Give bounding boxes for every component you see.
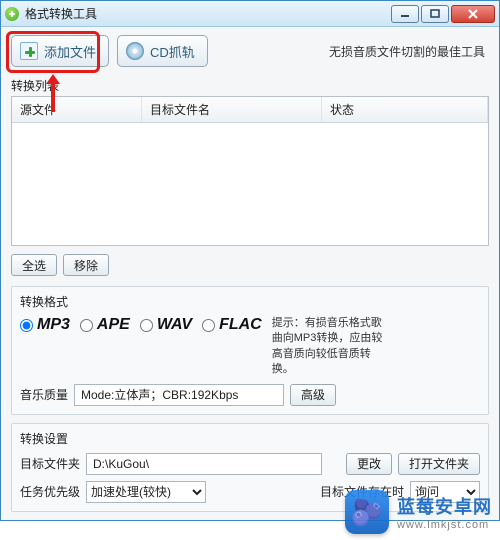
conversion-list: 源文件 目标文件名 状态 [11,96,489,246]
blueberry-icon: 🫐 [351,497,383,528]
watermark-title: 蓝莓安卓网 [397,493,492,519]
format-option-ape[interactable]: APE [80,316,136,334]
app-window: 格式转换工具 添加文件 CD抓轨 无损音质文件切割的最佳工具 转换列表 源文件 … [0,0,500,521]
hint-label: 提示： [272,317,305,329]
list-section-label: 转换列表 [1,73,499,96]
watermark-text: 蓝莓安卓网 www.lmkjst.com [397,493,492,531]
select-all-button[interactable]: 全选 [11,254,57,276]
cd-ripping-label: CD抓轨 [150,42,195,61]
format-group-title: 转换格式 [20,293,480,310]
priority-select[interactable]: 加速处理(较快) [86,481,206,503]
remove-button[interactable]: 移除 [63,254,109,276]
add-file-label: 添加文件 [44,42,96,61]
radio-mp3[interactable] [20,319,33,332]
radio-wav[interactable] [140,319,153,332]
open-folder-button[interactable]: 打开文件夹 [398,453,480,475]
titlebar: 格式转换工具 [1,1,499,27]
list-body[interactable] [12,123,488,245]
list-action-row: 全选 移除 [1,246,499,286]
quality-row: 音乐质量 高级 [20,384,480,406]
quality-label: 音乐质量 [20,386,68,403]
watermark-url: www.lmkjst.com [397,519,492,531]
window-title: 格式转换工具 [25,5,391,22]
format-options: MP3 APE WAV FLAC [20,316,268,334]
quality-input[interactable] [74,384,284,406]
target-folder-row: 目标文件夹 更改 打开文件夹 [20,453,480,475]
format-option-flac[interactable]: FLAC [202,316,268,334]
app-icon [5,7,19,21]
change-folder-button[interactable]: 更改 [346,453,392,475]
close-button[interactable] [451,5,495,23]
format-option-wav[interactable]: WAV [140,316,198,334]
priority-label: 任务优先级 [20,483,80,500]
cd-icon [126,42,144,60]
toolbar: 添加文件 CD抓轨 无损音质文件切割的最佳工具 [1,27,499,73]
add-file-icon [20,42,38,60]
target-folder-input[interactable] [86,453,322,475]
col-status[interactable]: 状态 [322,97,488,122]
advanced-button[interactable]: 高级 [290,384,336,406]
col-source[interactable]: 源文件 [12,97,142,122]
list-header: 源文件 目标文件名 状态 [12,97,488,123]
format-group: 转换格式 MP3 APE WAV FLAC 提示：有损音乐格式歌曲向MP3转换，… [11,286,489,415]
cd-ripping-button[interactable]: CD抓轨 [117,35,208,67]
radio-ape[interactable] [80,319,93,332]
add-file-button[interactable]: 添加文件 [11,35,109,67]
radio-flac[interactable] [202,319,215,332]
window-controls [391,5,495,23]
minimize-button[interactable] [391,5,419,23]
format-hint: 提示：有损音乐格式歌曲向MP3转换，应由较高音质向较低音质转换。 [272,316,390,378]
settings-group-title: 转换设置 [20,430,480,447]
tagline-text: 无损音质文件切割的最佳工具 [329,43,489,60]
maximize-button[interactable] [421,5,449,23]
watermark: 🫐 蓝莓安卓网 www.lmkjst.com [345,490,492,534]
target-folder-label: 目标文件夹 [20,455,80,472]
watermark-badge: 🫐 [345,490,389,534]
col-target[interactable]: 目标文件名 [142,97,322,122]
format-option-mp3[interactable]: MP3 [20,316,76,334]
